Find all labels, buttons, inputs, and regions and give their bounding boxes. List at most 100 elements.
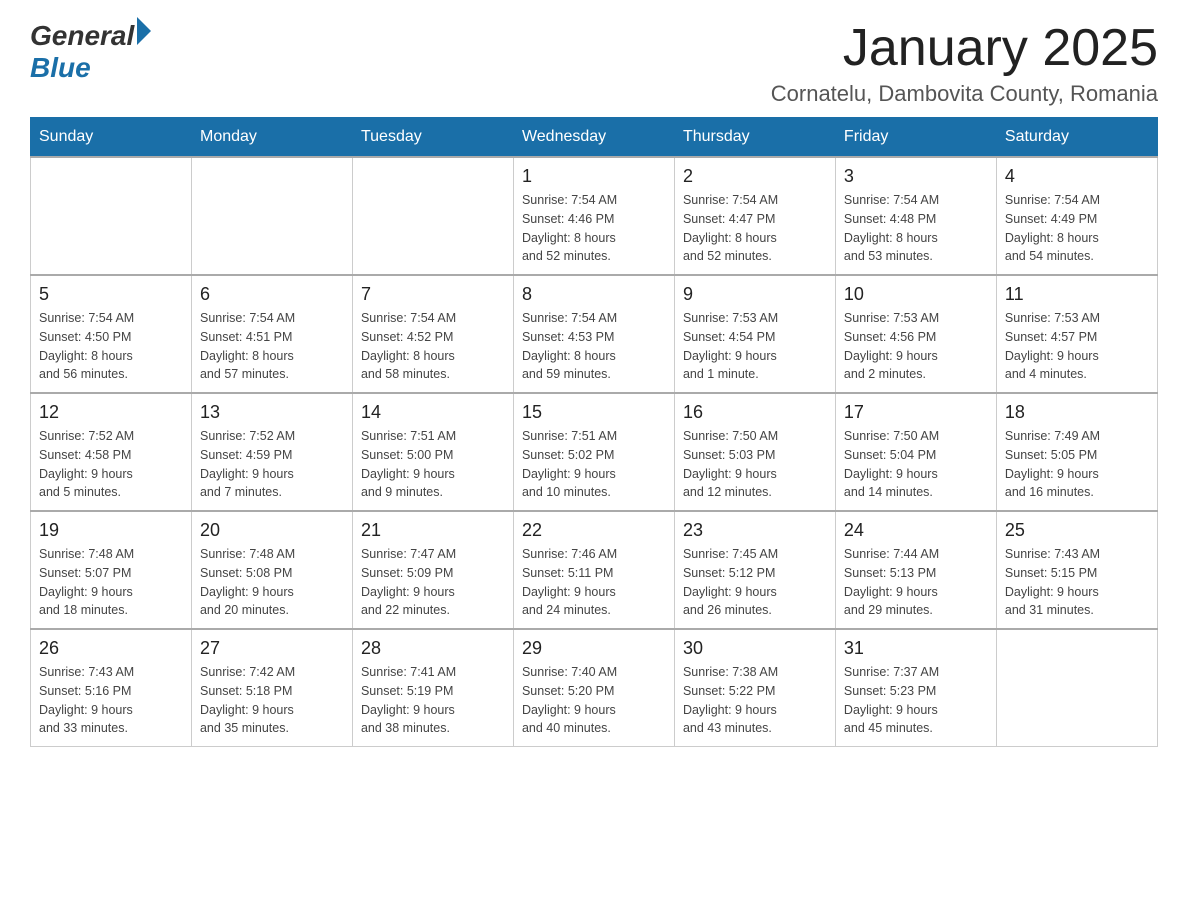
logo-blue-text: Blue (30, 52, 151, 84)
calendar-header-row: SundayMondayTuesdayWednesdayThursdayFrid… (31, 118, 1158, 158)
day-number: 17 (844, 402, 988, 423)
day-header-wednesday: Wednesday (513, 118, 674, 158)
day-number: 24 (844, 520, 988, 541)
day-info: Sunrise: 7:54 AM Sunset: 4:50 PM Dayligh… (39, 309, 183, 384)
day-number: 21 (361, 520, 505, 541)
empty-cell (31, 157, 192, 275)
week-row-5: 26 Sunrise: 7:43 AM Sunset: 5:16 PM Dayli… (31, 629, 1158, 747)
day-header-thursday: Thursday (674, 118, 835, 158)
day-info: Sunrise: 7:51 AM Sunset: 5:00 PM Dayligh… (361, 427, 505, 502)
day-info: Sunrise: 7:37 AM Sunset: 5:23 PM Dayligh… (844, 663, 988, 738)
day-info: Sunrise: 7:44 AM Sunset: 5:13 PM Dayligh… (844, 545, 988, 620)
day-cell-18: 18 Sunrise: 7:49 AM Sunset: 5:05 PM Dayli… (996, 393, 1157, 511)
day-number: 10 (844, 284, 988, 305)
day-info: Sunrise: 7:48 AM Sunset: 5:07 PM Dayligh… (39, 545, 183, 620)
day-info: Sunrise: 7:48 AM Sunset: 5:08 PM Dayligh… (200, 545, 344, 620)
day-number: 4 (1005, 166, 1149, 187)
day-cell-25: 25 Sunrise: 7:43 AM Sunset: 5:15 PM Dayli… (996, 511, 1157, 629)
month-title: January 2025 (771, 20, 1158, 77)
day-info: Sunrise: 7:53 AM Sunset: 4:54 PM Dayligh… (683, 309, 827, 384)
day-number: 29 (522, 638, 666, 659)
day-info: Sunrise: 7:43 AM Sunset: 5:15 PM Dayligh… (1005, 545, 1149, 620)
day-info: Sunrise: 7:45 AM Sunset: 5:12 PM Dayligh… (683, 545, 827, 620)
day-cell-10: 10 Sunrise: 7:53 AM Sunset: 4:56 PM Dayli… (835, 275, 996, 393)
week-row-3: 12 Sunrise: 7:52 AM Sunset: 4:58 PM Dayli… (31, 393, 1158, 511)
day-number: 31 (844, 638, 988, 659)
day-info: Sunrise: 7:50 AM Sunset: 5:03 PM Dayligh… (683, 427, 827, 502)
day-number: 8 (522, 284, 666, 305)
empty-cell (191, 157, 352, 275)
day-number: 30 (683, 638, 827, 659)
day-number: 6 (200, 284, 344, 305)
empty-cell (996, 629, 1157, 747)
day-cell-1: 1Sunrise: 7:54 AM Sunset: 4:46 PM Daylig… (513, 157, 674, 275)
day-info: Sunrise: 7:54 AM Sunset: 4:47 PM Dayligh… (683, 191, 827, 266)
day-info: Sunrise: 7:54 AM Sunset: 4:52 PM Dayligh… (361, 309, 505, 384)
day-cell-11: 11Sunrise: 7:53 AM Sunset: 4:57 PM Dayli… (996, 275, 1157, 393)
day-header-monday: Monday (191, 118, 352, 158)
day-info: Sunrise: 7:38 AM Sunset: 5:22 PM Dayligh… (683, 663, 827, 738)
day-cell-27: 27Sunrise: 7:42 AM Sunset: 5:18 PM Dayli… (191, 629, 352, 747)
day-cell-7: 7Sunrise: 7:54 AM Sunset: 4:52 PM Daylig… (352, 275, 513, 393)
day-cell-21: 21 Sunrise: 7:47 AM Sunset: 5:09 PM Dayli… (352, 511, 513, 629)
day-cell-8: 8 Sunrise: 7:54 AM Sunset: 4:53 PM Daylig… (513, 275, 674, 393)
day-info: Sunrise: 7:54 AM Sunset: 4:46 PM Dayligh… (522, 191, 666, 266)
day-cell-19: 19Sunrise: 7:48 AM Sunset: 5:07 PM Dayli… (31, 511, 192, 629)
day-cell-17: 17 Sunrise: 7:50 AM Sunset: 5:04 PM Dayli… (835, 393, 996, 511)
day-info: Sunrise: 7:50 AM Sunset: 5:04 PM Dayligh… (844, 427, 988, 502)
day-cell-2: 2 Sunrise: 7:54 AM Sunset: 4:47 PM Daylig… (674, 157, 835, 275)
day-cell-26: 26 Sunrise: 7:43 AM Sunset: 5:16 PM Dayli… (31, 629, 192, 747)
day-number: 23 (683, 520, 827, 541)
day-cell-31: 31 Sunrise: 7:37 AM Sunset: 5:23 PM Dayli… (835, 629, 996, 747)
location-title: Cornatelu, Dambovita County, Romania (771, 81, 1158, 107)
day-info: Sunrise: 7:42 AM Sunset: 5:18 PM Dayligh… (200, 663, 344, 738)
day-header-sunday: Sunday (31, 118, 192, 158)
day-info: Sunrise: 7:43 AM Sunset: 5:16 PM Dayligh… (39, 663, 183, 738)
day-number: 9 (683, 284, 827, 305)
day-info: Sunrise: 7:49 AM Sunset: 5:05 PM Dayligh… (1005, 427, 1149, 502)
day-cell-12: 12 Sunrise: 7:52 AM Sunset: 4:58 PM Dayli… (31, 393, 192, 511)
day-number: 16 (683, 402, 827, 423)
day-info: Sunrise: 7:54 AM Sunset: 4:53 PM Dayligh… (522, 309, 666, 384)
day-info: Sunrise: 7:53 AM Sunset: 4:56 PM Dayligh… (844, 309, 988, 384)
day-number: 12 (39, 402, 183, 423)
day-info: Sunrise: 7:40 AM Sunset: 5:20 PM Dayligh… (522, 663, 666, 738)
title-section: January 2025 Cornatelu, Dambovita County… (771, 20, 1158, 107)
day-cell-30: 30 Sunrise: 7:38 AM Sunset: 5:22 PM Dayli… (674, 629, 835, 747)
day-cell-3: 3Sunrise: 7:54 AM Sunset: 4:48 PM Daylig… (835, 157, 996, 275)
day-info: Sunrise: 7:54 AM Sunset: 4:49 PM Dayligh… (1005, 191, 1149, 266)
week-row-1: 1Sunrise: 7:54 AM Sunset: 4:46 PM Daylig… (31, 157, 1158, 275)
day-info: Sunrise: 7:46 AM Sunset: 5:11 PM Dayligh… (522, 545, 666, 620)
logo-arrow-icon (137, 17, 151, 45)
logo: General Blue (30, 20, 151, 84)
day-cell-9: 9 Sunrise: 7:53 AM Sunset: 4:54 PM Daylig… (674, 275, 835, 393)
day-info: Sunrise: 7:53 AM Sunset: 4:57 PM Dayligh… (1005, 309, 1149, 384)
day-number: 28 (361, 638, 505, 659)
day-cell-15: 15Sunrise: 7:51 AM Sunset: 5:02 PM Dayli… (513, 393, 674, 511)
day-number: 5 (39, 284, 183, 305)
day-info: Sunrise: 7:52 AM Sunset: 4:58 PM Dayligh… (39, 427, 183, 502)
day-info: Sunrise: 7:41 AM Sunset: 5:19 PM Dayligh… (361, 663, 505, 738)
day-number: 25 (1005, 520, 1149, 541)
day-number: 20 (200, 520, 344, 541)
day-number: 2 (683, 166, 827, 187)
day-cell-29: 29 Sunrise: 7:40 AM Sunset: 5:20 PM Dayli… (513, 629, 674, 747)
day-cell-22: 22 Sunrise: 7:46 AM Sunset: 5:11 PM Dayli… (513, 511, 674, 629)
day-header-friday: Friday (835, 118, 996, 158)
day-number: 26 (39, 638, 183, 659)
day-cell-5: 5 Sunrise: 7:54 AM Sunset: 4:50 PM Daylig… (31, 275, 192, 393)
day-info: Sunrise: 7:47 AM Sunset: 5:09 PM Dayligh… (361, 545, 505, 620)
day-info: Sunrise: 7:51 AM Sunset: 5:02 PM Dayligh… (522, 427, 666, 502)
day-cell-6: 6Sunrise: 7:54 AM Sunset: 4:51 PM Daylig… (191, 275, 352, 393)
day-number: 18 (1005, 402, 1149, 423)
day-cell-14: 14Sunrise: 7:51 AM Sunset: 5:00 PM Dayli… (352, 393, 513, 511)
day-number: 22 (522, 520, 666, 541)
page-header: General Blue January 2025 Cornatelu, Dam… (30, 20, 1158, 107)
day-info: Sunrise: 7:52 AM Sunset: 4:59 PM Dayligh… (200, 427, 344, 502)
calendar-table: SundayMondayTuesdayWednesdayThursdayFrid… (30, 117, 1158, 747)
logo-general-text: General (30, 20, 134, 52)
day-header-tuesday: Tuesday (352, 118, 513, 158)
day-cell-16: 16 Sunrise: 7:50 AM Sunset: 5:03 PM Dayli… (674, 393, 835, 511)
day-cell-13: 13Sunrise: 7:52 AM Sunset: 4:59 PM Dayli… (191, 393, 352, 511)
day-cell-4: 4 Sunrise: 7:54 AM Sunset: 4:49 PM Daylig… (996, 157, 1157, 275)
